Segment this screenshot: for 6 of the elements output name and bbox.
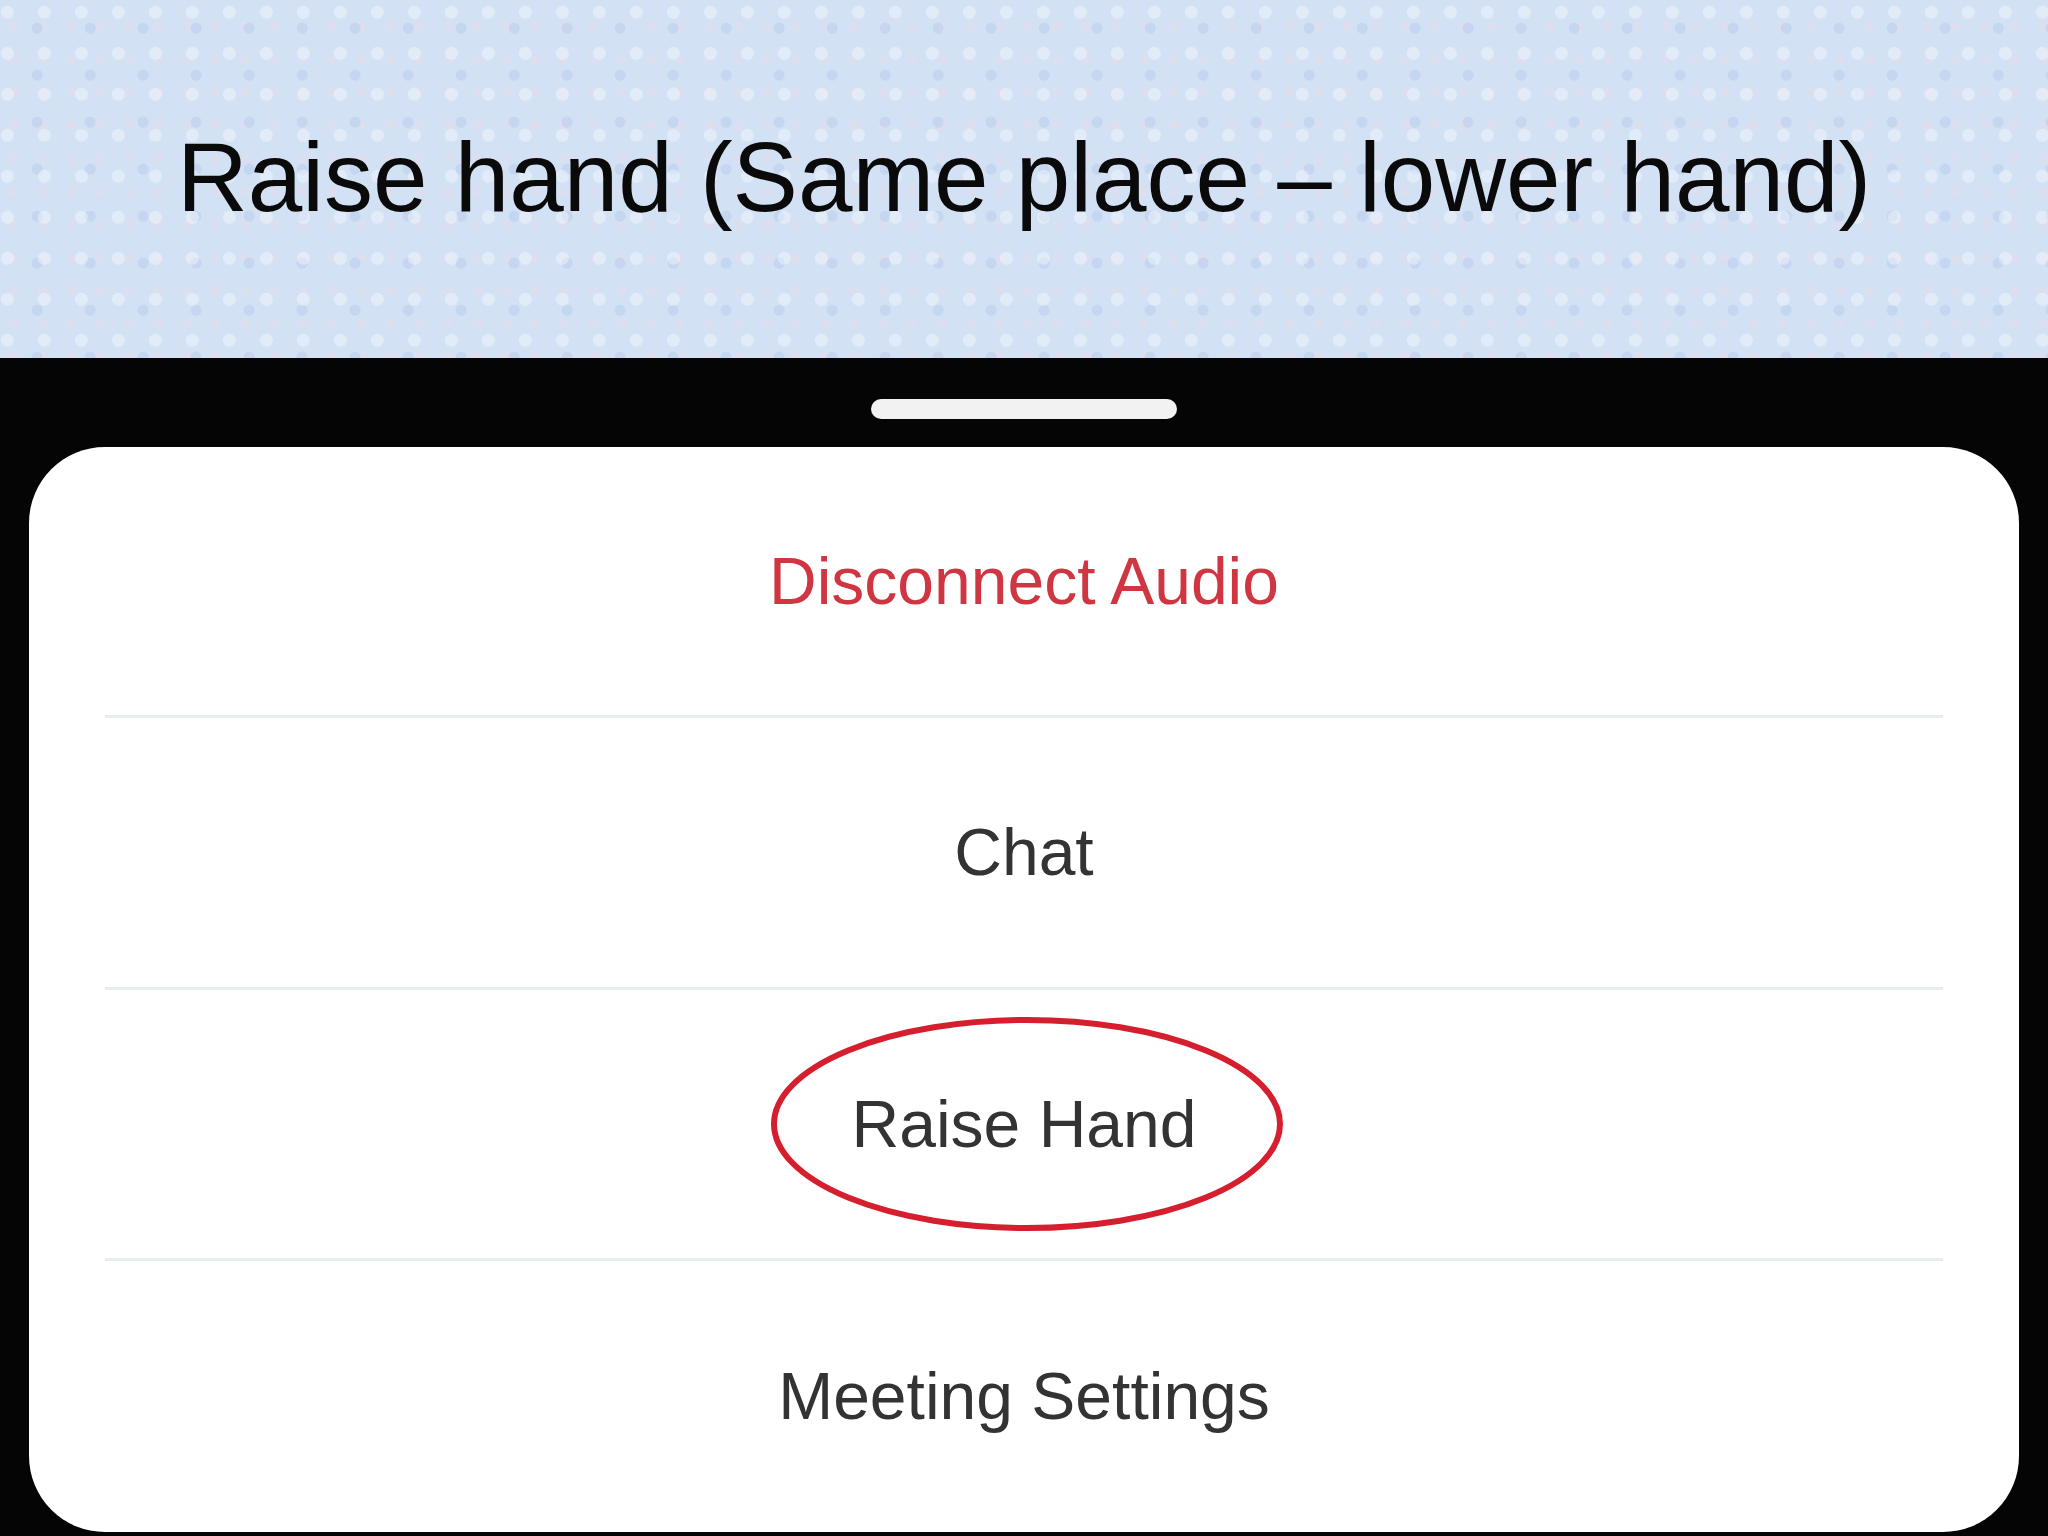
menu-item[interactable]: Raise Hand (105, 989, 1943, 1258)
menu-item[interactable]: Meeting Settings (105, 1260, 1943, 1532)
menu-item[interactable]: Disconnect Audio (105, 447, 1943, 716)
menu-item[interactable]: Chat (105, 718, 1943, 987)
drag-handle[interactable] (871, 399, 1177, 419)
slide-title: Raise hand (Same place – lower hand) (176, 120, 1872, 234)
